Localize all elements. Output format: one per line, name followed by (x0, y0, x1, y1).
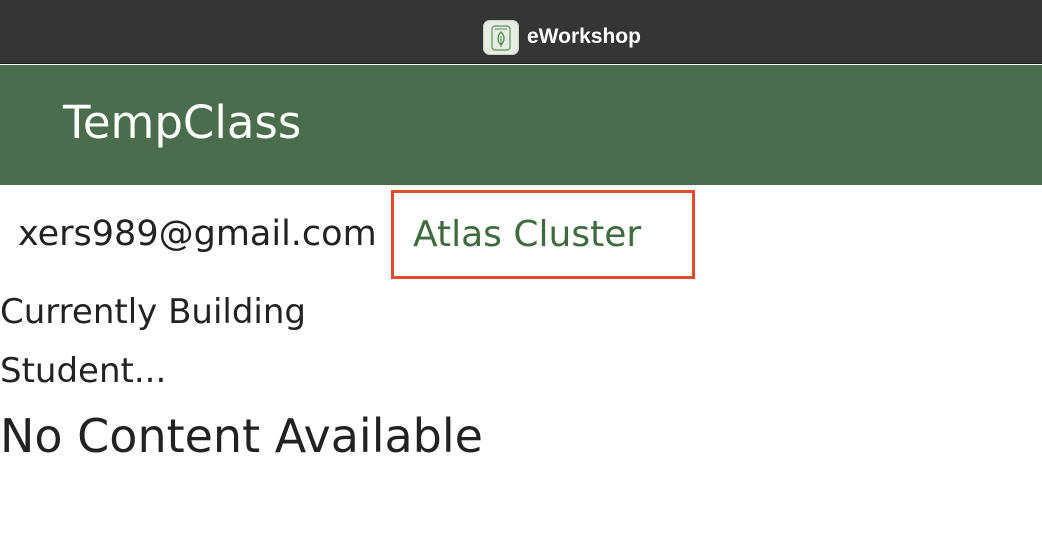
atlas-cluster-label[interactable]: Atlas Cluster (413, 211, 641, 259)
window-titlebar: eWorkshop (0, 0, 1042, 64)
leaf-icon (483, 20, 519, 55)
status-text-building: Currently Building (0, 292, 306, 332)
page-title: TempClass (63, 96, 302, 149)
user-email: xers989@gmail.com (18, 214, 377, 254)
page-header: TempClass (0, 65, 1042, 185)
atlas-cluster-link[interactable]: Atlas Cluster (391, 190, 695, 279)
status-text-student: Student... (0, 351, 167, 391)
app-title: eWorkshop (527, 25, 641, 48)
empty-content-message: No Content Available (0, 409, 483, 463)
